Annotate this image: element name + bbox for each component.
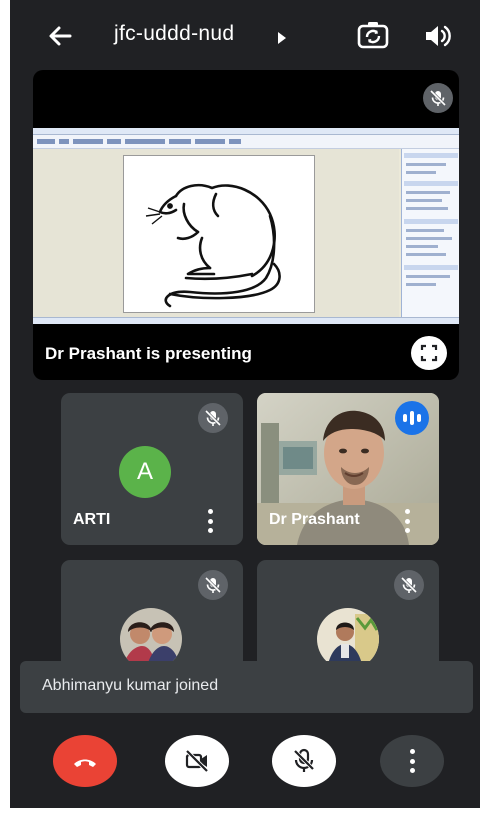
shared-toolbar	[33, 135, 459, 149]
participant-tile-dr-prashant[interactable]: Dr Prashant	[257, 393, 439, 545]
fullscreen-icon[interactable]	[411, 336, 447, 370]
participant-name: Dr Prashant	[269, 511, 360, 528]
video-off-icon	[185, 749, 209, 773]
chevron-right-icon[interactable]	[278, 32, 286, 44]
more-options-button[interactable]	[380, 735, 444, 787]
more-vert-icon	[408, 749, 416, 773]
shared-side-panel	[401, 149, 459, 317]
join-toast: Abhimanyu kumar joined	[20, 661, 473, 713]
avatar: A	[119, 446, 171, 498]
hang-up-button[interactable]	[53, 735, 117, 787]
meeting-code[interactable]: jfc-uddd-nud	[114, 22, 234, 46]
speaking-indicator-icon	[395, 401, 429, 435]
switch-camera-icon[interactable]	[356, 19, 390, 53]
participant-tile-3[interactable]	[61, 560, 243, 670]
shared-statusbar	[33, 317, 459, 324]
mic-off-icon	[198, 570, 228, 600]
participant-tile-4[interactable]	[257, 560, 439, 670]
shared-screen	[33, 128, 459, 324]
mic-off-icon	[423, 83, 453, 113]
speaker-icon[interactable]	[422, 21, 452, 51]
mic-off-icon	[293, 748, 315, 772]
top-bar: jfc-uddd-nud	[10, 0, 480, 72]
rat-drawing	[145, 183, 281, 308]
more-vert-icon[interactable]	[403, 509, 411, 533]
mic-off-icon	[394, 570, 424, 600]
meet-app: jfc-uddd-nud Dr Prashant is presenting A…	[10, 0, 480, 808]
presentation-tile[interactable]: Dr Prashant is presenting	[33, 70, 459, 380]
participant-tile-arti[interactable]: A ARTI	[61, 393, 243, 545]
back-arrow-icon[interactable]	[44, 20, 76, 52]
shared-page	[123, 155, 315, 313]
toast-message: Abhimanyu kumar joined	[42, 677, 219, 694]
mic-off-icon	[198, 403, 228, 433]
shared-menubar	[33, 128, 459, 135]
shared-canvas	[33, 149, 399, 317]
mic-toggle-button[interactable]	[272, 735, 336, 787]
hang-up-icon	[74, 759, 96, 767]
video-toggle-button[interactable]	[165, 735, 229, 787]
more-vert-icon[interactable]	[206, 509, 214, 533]
presenter-label: Dr Prashant is presenting	[45, 344, 252, 363]
participant-name: ARTI	[73, 511, 111, 528]
